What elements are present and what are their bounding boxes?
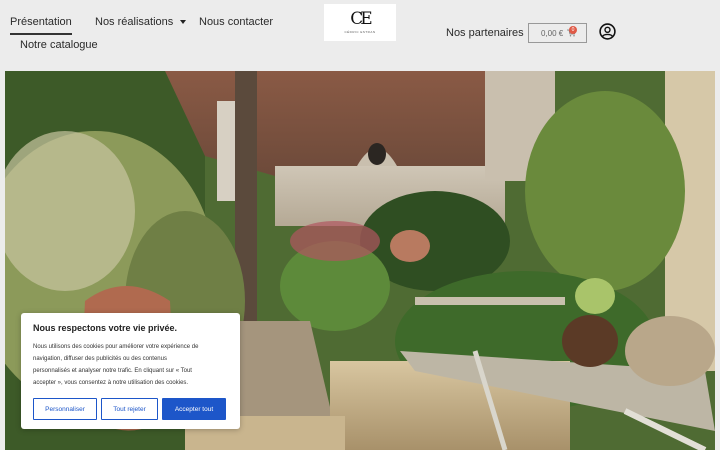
cart-button[interactable]: 0,00 € [528, 23, 587, 43]
nav-item-partenaires[interactable]: Nos partenaires [446, 27, 524, 39]
cart-amount: 0,00 € [541, 28, 564, 38]
nav-item-realisations[interactable]: Nos réalisations [95, 16, 187, 28]
nav-item-catalogue[interactable]: Notre catalogue [20, 39, 98, 51]
cookie-buttons: Personnaliser Tout rejeter Accepter tout [33, 398, 227, 420]
cookie-text-line: Nous utilisons des cookies pour améliore… [33, 344, 199, 350]
cookie-text-line: navigation, diffuser des publicités ou d… [33, 356, 167, 362]
chevron-down-icon[interactable] [180, 20, 187, 25]
nav-item-realisations-label: Nos réalisations [95, 16, 174, 28]
site-logo[interactable]: CE CÉDRIC ESTRAN [324, 4, 396, 41]
cookie-text-line: accepter », vous consentez à notre utili… [33, 380, 189, 386]
site-header: Présentation Nos réalisations Nous conta… [0, 0, 720, 68]
cookie-description: Nous utilisons des cookies pour améliore… [33, 341, 228, 389]
nav-item-contact[interactable]: Nous contacter [199, 16, 273, 28]
nav-item-presentation[interactable]: Présentation [10, 16, 72, 35]
user-circle-icon[interactable] [599, 23, 616, 40]
cookie-consent-banner: Nous respectons votre vie privée. Nous u… [21, 313, 240, 429]
accept-all-button[interactable]: Accepter tout [162, 398, 226, 420]
customize-button[interactable]: Personnaliser [33, 398, 97, 420]
cookie-title: Nous respectons votre vie privée. [33, 323, 178, 333]
reject-all-button[interactable]: Tout rejeter [101, 398, 158, 420]
logo-text: CÉDRIC ESTRAN [344, 30, 376, 34]
logo-mark: CE [350, 9, 372, 29]
cart-count-badge: 0 [569, 26, 577, 34]
cookie-text-line: personnalisés et analyser notre trafic. … [33, 368, 192, 374]
